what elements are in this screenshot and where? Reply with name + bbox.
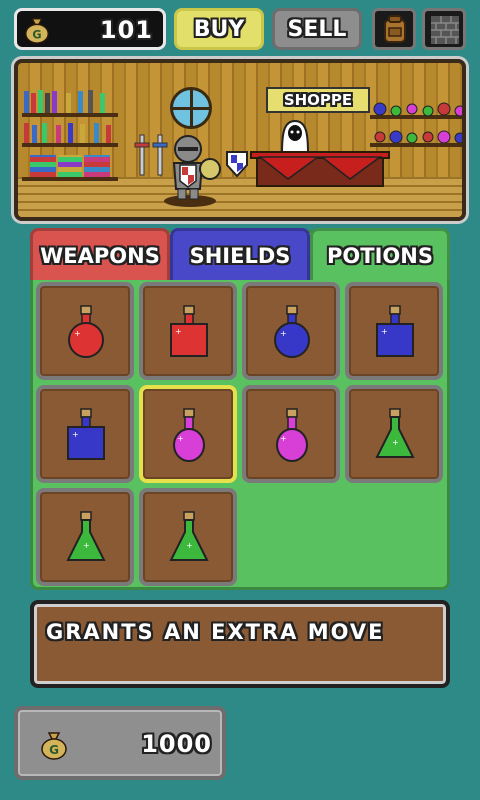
item-slot[interactable]: + bbox=[345, 282, 443, 380]
svg-text:+: + bbox=[177, 434, 184, 443]
shoppe-sign: SHOPPE bbox=[266, 87, 370, 113]
gold-bag-icon: G bbox=[25, 18, 49, 44]
tab-shields[interactable]: SHIELDS bbox=[170, 228, 310, 280]
counter-banner bbox=[258, 156, 382, 180]
gold-counter: G 101 bbox=[14, 8, 166, 50]
svg-text:+: + bbox=[392, 438, 399, 447]
bookshelf bbox=[22, 177, 118, 181]
item-slot[interactable]: + bbox=[242, 282, 340, 380]
buy-button[interactable]: BUY bbox=[174, 8, 264, 50]
item-slot[interactable]: + bbox=[139, 488, 237, 586]
price-amount: 1000 bbox=[141, 730, 212, 758]
price-box: G 1000 bbox=[14, 706, 226, 780]
item-slot[interactable]: + bbox=[139, 282, 237, 380]
item-slot[interactable]: + bbox=[36, 282, 134, 380]
svg-text:+: + bbox=[175, 327, 182, 336]
svg-text:+: + bbox=[72, 430, 79, 439]
svg-text:+: + bbox=[186, 541, 193, 550]
shield-display-icon bbox=[226, 151, 248, 178]
wood-floor bbox=[18, 177, 462, 217]
pink-round-potion-icon: + bbox=[173, 408, 205, 462]
backpack-button[interactable] bbox=[372, 8, 416, 50]
svg-text:G: G bbox=[49, 743, 59, 757]
shopkeeper-icon bbox=[280, 119, 310, 154]
item-grid: + + + + + + + + + + bbox=[36, 280, 444, 586]
blue-square-potion-icon: + bbox=[376, 305, 414, 357]
item-slot-selected[interactable]: + bbox=[139, 385, 237, 483]
shelf-potions-icon bbox=[373, 102, 462, 143]
item-slot[interactable]: + bbox=[345, 385, 443, 483]
tab-weapons[interactable]: WEAPONS bbox=[30, 228, 170, 280]
backpack-icon bbox=[384, 15, 406, 43]
red-round-potion-icon: + bbox=[68, 305, 104, 358]
svg-text:G: G bbox=[32, 28, 41, 41]
blue-round-potion-icon: + bbox=[274, 305, 310, 358]
svg-text:+: + bbox=[74, 329, 81, 338]
brick-wall-icon bbox=[431, 16, 459, 44]
green-flask-potion-icon: + bbox=[375, 408, 415, 458]
gold-bag-icon: G bbox=[41, 732, 67, 760]
pink-round-potion-icon: + bbox=[276, 408, 308, 462]
item-slot[interactable]: + bbox=[36, 488, 134, 586]
red-square-potion-icon: + bbox=[170, 305, 208, 357]
knight-player-icon bbox=[164, 135, 221, 207]
gold-amount: 101 bbox=[99, 16, 153, 44]
blue-square-potion-icon: + bbox=[67, 408, 105, 460]
green-flask-potion-icon: + bbox=[66, 511, 106, 561]
svg-text:+: + bbox=[280, 329, 287, 338]
svg-text:+: + bbox=[381, 327, 388, 336]
tab-potions[interactable]: POTIONS bbox=[310, 228, 450, 280]
item-description-box: GRANTS AN EXTRA MOVE bbox=[30, 600, 450, 688]
potion-shelf bbox=[370, 143, 462, 147]
svg-text:+: + bbox=[83, 541, 90, 550]
svg-text:+: + bbox=[280, 434, 287, 443]
item-slot[interactable]: + bbox=[242, 385, 340, 483]
dungeon-button[interactable] bbox=[422, 8, 466, 50]
item-slot[interactable]: + bbox=[36, 385, 134, 483]
shop-scene: SHOPPE bbox=[14, 59, 466, 221]
round-window bbox=[170, 87, 212, 129]
green-flask-potion-icon: + bbox=[169, 511, 209, 561]
bookshelf bbox=[22, 143, 118, 147]
sell-button[interactable]: SELL bbox=[272, 8, 362, 50]
item-description: GRANTS AN EXTRA MOVE bbox=[46, 620, 385, 644]
bookshelf bbox=[22, 113, 118, 117]
